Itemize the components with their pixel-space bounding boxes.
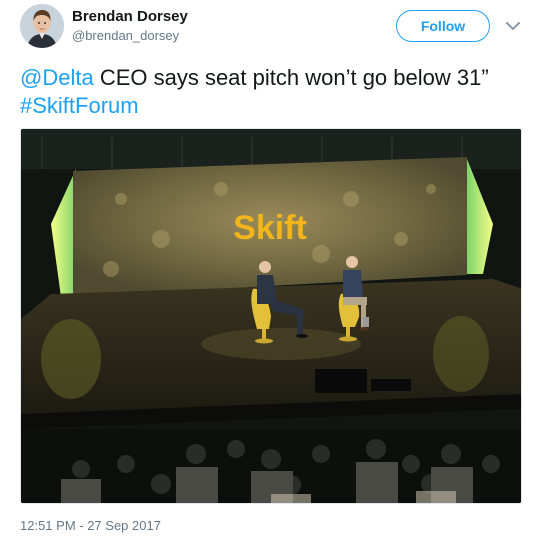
follow-button[interactable]: Follow [396, 10, 490, 42]
skift-logo: Skift [233, 209, 307, 247]
display-name[interactable]: Brendan Dorsey [72, 8, 188, 25]
mention-link[interactable]: @Delta [20, 65, 94, 90]
tweet-text: @Delta CEO says seat pitch won’t go belo… [20, 64, 525, 120]
hashtag-link[interactable]: #SkiftForum [20, 93, 139, 118]
tweet-card: Brendan Dorsey @brendan_dorsey Follow @D… [0, 0, 544, 543]
tweet-photo[interactable]: Skift [20, 128, 522, 504]
tweet-body: CEO says seat pitch won’t go below 31” [93, 65, 489, 90]
chevron-down-icon[interactable] [505, 18, 521, 34]
user-handle[interactable]: @brendan_dorsey [72, 28, 179, 43]
avatar[interactable] [20, 4, 64, 48]
tweet-timestamp[interactable]: 12:51 PM - 27 Sep 2017 [20, 518, 161, 533]
